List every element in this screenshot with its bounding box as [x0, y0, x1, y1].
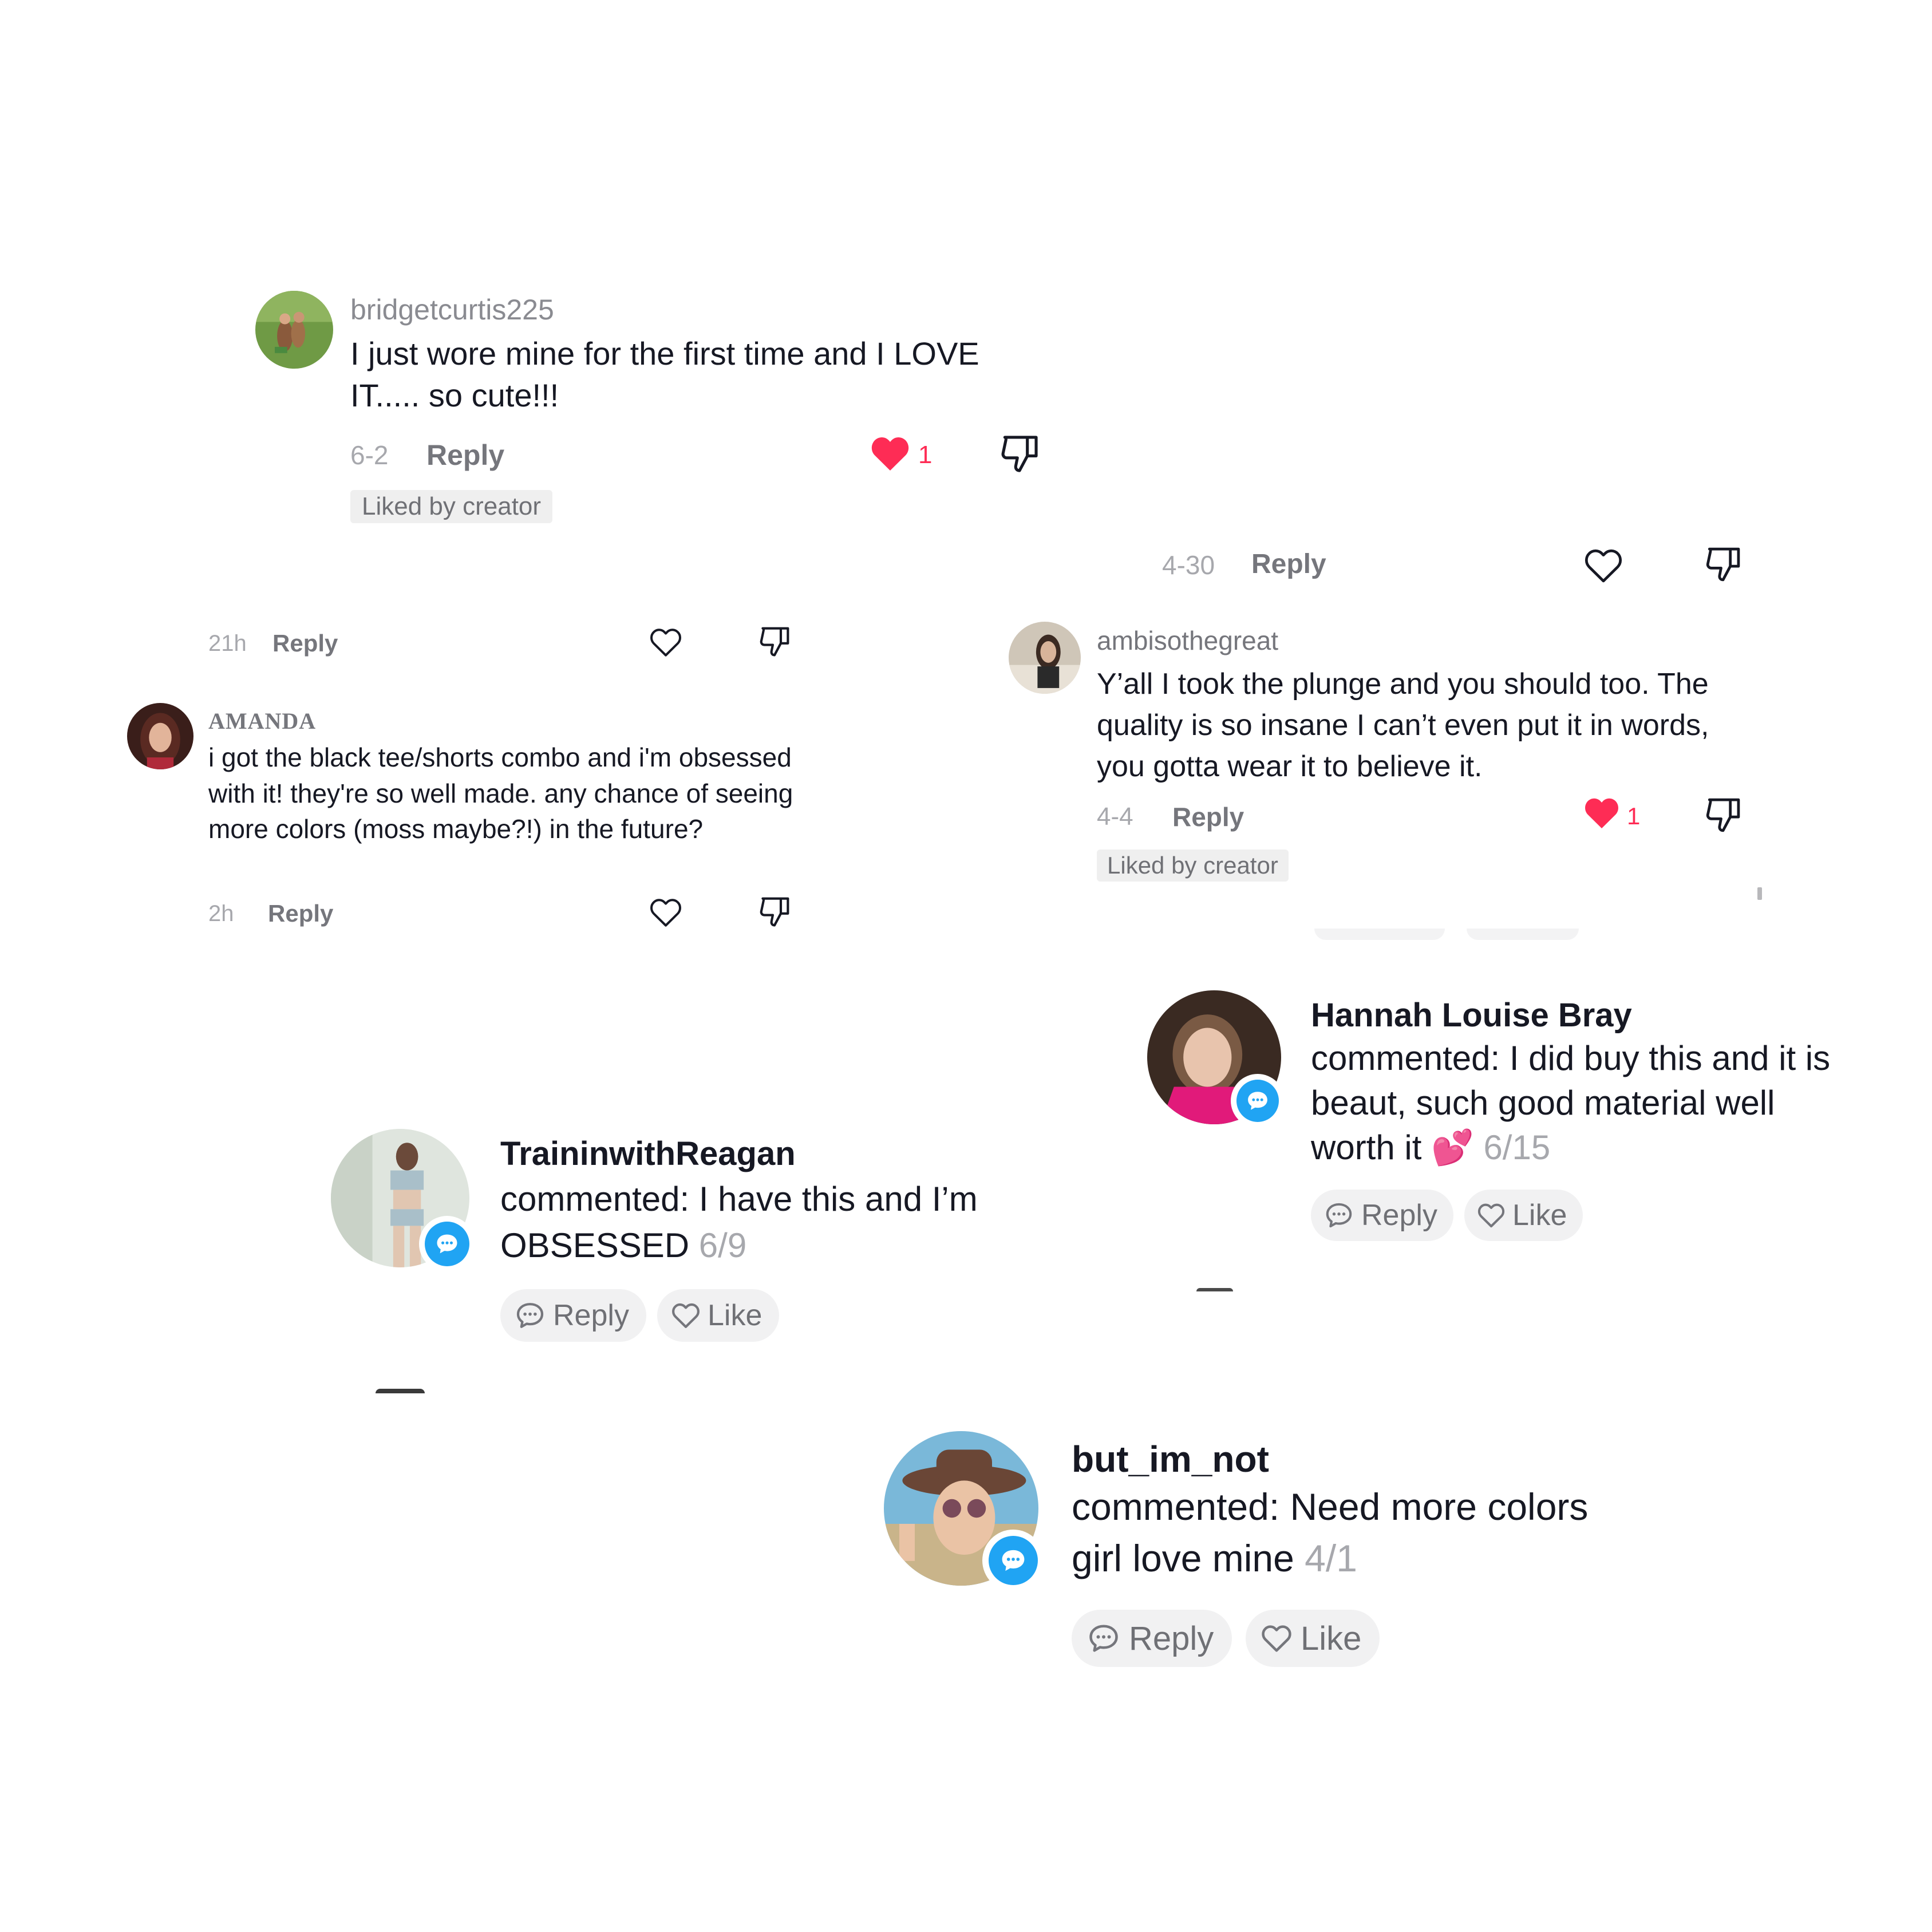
- thumbs-down-icon[interactable]: [756, 893, 793, 931]
- like-button[interactable]: Like: [1464, 1190, 1583, 1241]
- comment-username[interactable]: ambisothegreat: [1097, 625, 1278, 656]
- scrollbar-fragment: [1757, 887, 1762, 900]
- thumbs-down-icon[interactable]: [996, 430, 1043, 477]
- reply-button[interactable]: Reply: [1251, 548, 1326, 580]
- avatar[interactable]: [255, 291, 333, 369]
- like-button[interactable]: Like: [1246, 1610, 1380, 1667]
- thumbs-down-icon[interactable]: [1701, 543, 1745, 586]
- heart-outline-icon[interactable]: [1580, 544, 1627, 587]
- heart-outline-icon: [1476, 1200, 1507, 1231]
- comment-time: 4-4: [1097, 803, 1133, 831]
- notification-username[interactable]: Hannah Louise Bray: [1311, 996, 1632, 1034]
- comment-time: 4-30: [1162, 550, 1215, 580]
- like-label: Like: [1301, 1619, 1362, 1657]
- comment-bubble-icon: [1323, 1200, 1354, 1231]
- comment-time: 6-2: [350, 440, 389, 470]
- notification-date: 6/15: [1483, 1128, 1551, 1167]
- notification-date: 6/9: [698, 1226, 747, 1265]
- like-label: Like: [708, 1299, 762, 1332]
- like-label: Like: [1512, 1199, 1567, 1232]
- comment-time: 21h: [208, 631, 247, 656]
- comment-username[interactable]: bridgetcurtis225: [350, 293, 554, 326]
- reply-button[interactable]: Reply: [426, 438, 504, 472]
- heart-outline-icon[interactable]: [646, 894, 686, 931]
- notification-text: commented: I have this and I’m OBSESSED …: [500, 1176, 1016, 1269]
- heart-outline-icon[interactable]: [646, 624, 686, 661]
- reply-button[interactable]: Reply: [272, 630, 338, 657]
- reply-button[interactable]: Reply: [1311, 1190, 1453, 1241]
- notification-username[interactable]: but_im_not: [1072, 1438, 1269, 1480]
- reply-label: Reply: [553, 1299, 629, 1332]
- avatar-fragment: [1196, 1288, 1233, 1291]
- heart-filled-icon[interactable]: [866, 430, 915, 476]
- speech-bubble-badge-icon: [419, 1216, 475, 1272]
- reply-label: Reply: [1129, 1619, 1214, 1657]
- heart-outline-icon: [1259, 1621, 1294, 1656]
- comment-bubble-icon: [1086, 1621, 1121, 1656]
- comment-text: I just wore mine for the first time and …: [350, 335, 979, 413]
- speech-bubble-badge-icon: [1231, 1074, 1285, 1128]
- like-count: 1: [918, 441, 933, 469]
- reply-button[interactable]: Reply: [500, 1289, 646, 1342]
- notification-comment: commented: I did buy this and it is beau…: [1311, 1039, 1831, 1167]
- notification-text: commented: I did buy this and it is beau…: [1311, 1036, 1838, 1170]
- liked-by-creator-badge: Liked by creator: [1097, 850, 1289, 882]
- reply-button[interactable]: Reply: [1072, 1610, 1232, 1667]
- comment-username[interactable]: AMANDA: [208, 708, 316, 734]
- reply-label: Reply: [1361, 1199, 1437, 1232]
- like-button[interactable]: Like: [657, 1289, 780, 1342]
- comment-bubble-icon: [514, 1299, 546, 1332]
- comment-text: Y’all I took the plunge and you should t…: [1097, 667, 1709, 783]
- comment-text: i got the black tee/shorts combo and i'm…: [208, 742, 793, 844]
- like-count: 1: [1627, 803, 1641, 829]
- notification-username[interactable]: TraininwithReagan: [500, 1135, 796, 1173]
- thumbs-down-icon[interactable]: [756, 623, 793, 661]
- notification-text: commented: Need more colors girl love mi…: [1072, 1481, 1598, 1585]
- liked-by-creator-badge: Liked by creator: [350, 490, 553, 523]
- reply-button[interactable]: Reply: [1172, 801, 1244, 832]
- notification-date: 4/1: [1305, 1536, 1357, 1579]
- avatar-fragment: [376, 1389, 425, 1393]
- reply-button[interactable]: Reply: [268, 900, 333, 927]
- avatar[interactable]: [1009, 622, 1081, 694]
- speech-bubble-badge-icon: [982, 1530, 1044, 1591]
- heart-outline-icon: [670, 1299, 702, 1332]
- comment-time: 2h: [208, 901, 234, 926]
- avatar[interactable]: [127, 703, 193, 769]
- pill-fragment: [1467, 929, 1579, 940]
- heart-filled-icon[interactable]: [1580, 792, 1623, 833]
- thumbs-down-icon[interactable]: [1701, 793, 1745, 837]
- pill-fragment: [1314, 929, 1445, 940]
